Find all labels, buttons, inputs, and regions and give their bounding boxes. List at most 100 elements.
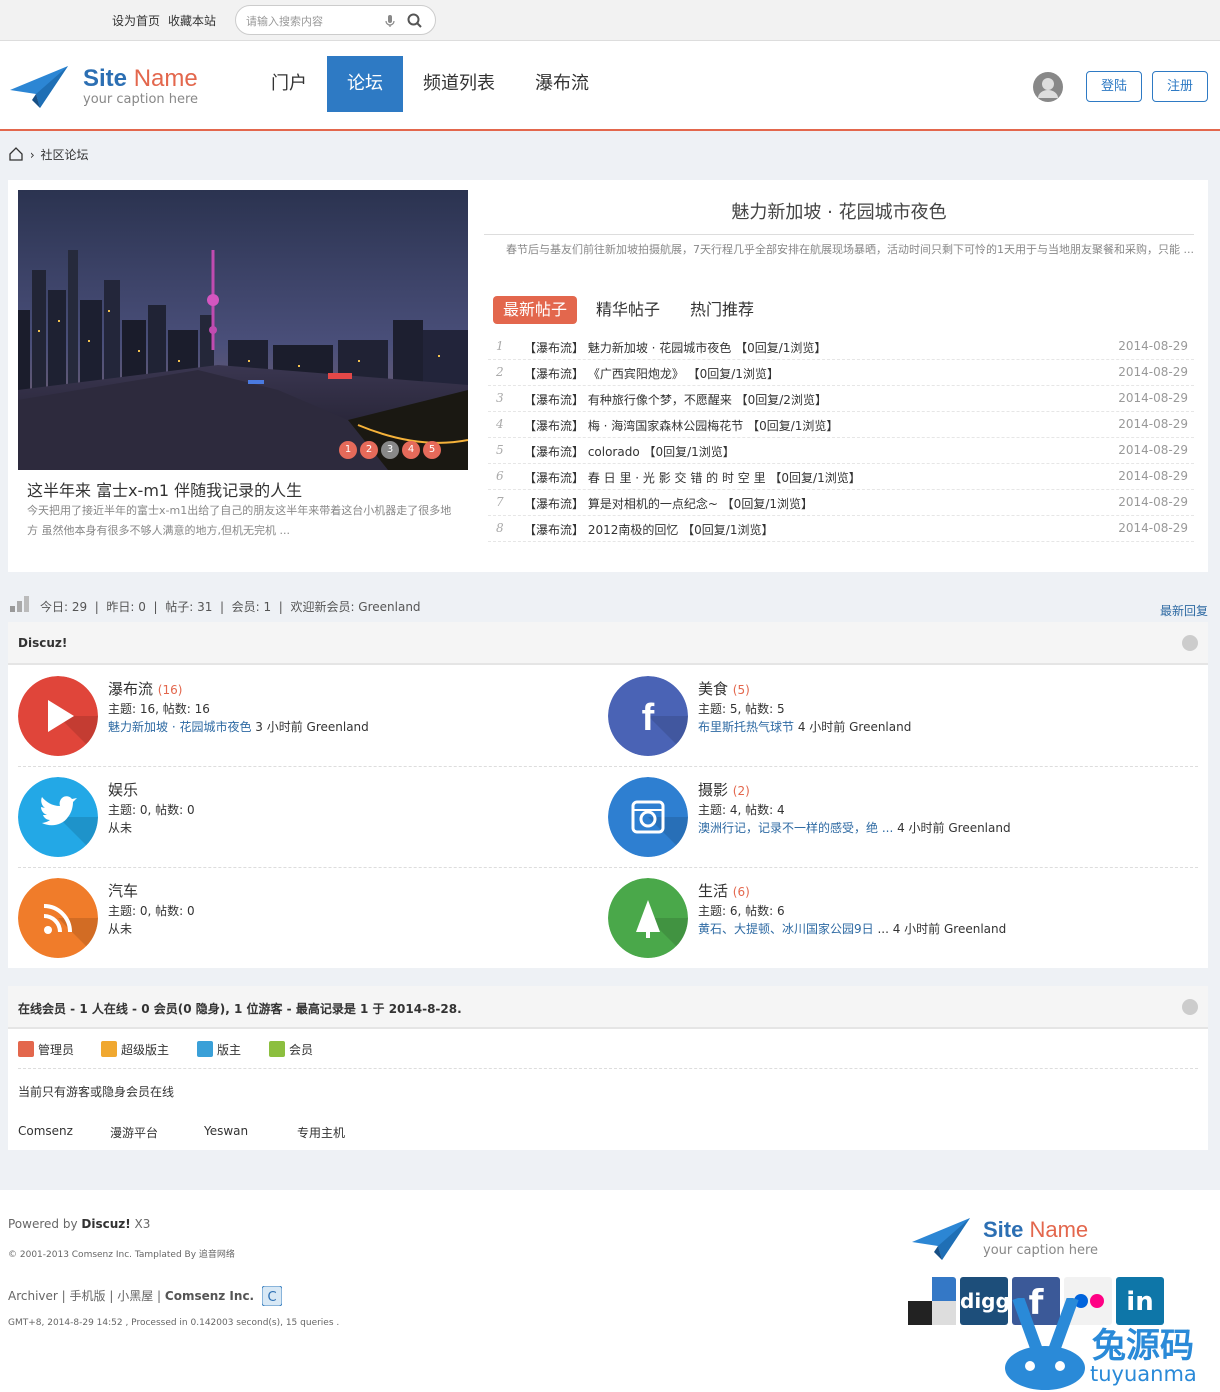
- friend-link-comsenz[interactable]: Comsenz: [18, 1124, 73, 1138]
- legend-divider: [18, 1068, 1198, 1069]
- slide-image[interactable]: [18, 190, 468, 470]
- post-row[interactable]: 4 【瀑布流】 梅 · 海湾国家森林公园梅花节 【0回复/1浏览】 2014-08-…: [488, 412, 1194, 438]
- nav-waterfall[interactable]: 瀑布流: [522, 56, 602, 112]
- delicious-icon[interactable]: [908, 1277, 956, 1325]
- post-title-link[interactable]: 【瀑布流】 算是对相机的一点纪念~ 【0回复/1浏览】: [524, 495, 813, 512]
- search-icon[interactable]: [406, 12, 424, 30]
- forum-name[interactable]: 生活 (6): [698, 880, 750, 901]
- post-row[interactable]: 1 【瀑布流】 魅力新加坡 · 花园城市夜色 【0回复/1浏览】 2014-08-2…: [488, 334, 1194, 360]
- twitter-icon[interactable]: [18, 777, 98, 857]
- post-number: 4: [496, 417, 504, 431]
- facebook-icon[interactable]: f: [608, 676, 688, 756]
- slide-dot-3[interactable]: 3: [381, 441, 399, 459]
- post-number: 8: [496, 521, 504, 535]
- post-row[interactable]: 5 【瀑布流】 colorado 【0回复/1浏览】 2014-08-29: [488, 438, 1194, 464]
- featured-title[interactable]: 魅力新加坡 · 花园城市夜色: [484, 198, 1194, 235]
- tab-featured-posts[interactable]: 精华帖子: [586, 296, 670, 324]
- forum-name[interactable]: 美食 (5): [698, 678, 750, 699]
- latest-replies-link[interactable]: 最新回复: [1160, 602, 1208, 619]
- paper-plane-logo-icon[interactable]: [10, 62, 68, 110]
- post-title-link[interactable]: 【瀑布流】 colorado 【0回复/1浏览】: [524, 443, 735, 460]
- site-name[interactable]: Site Name: [83, 65, 198, 93]
- footer-site-caption: your caption here: [983, 1243, 1099, 1258]
- camera-icon[interactable]: [608, 777, 688, 857]
- watermark-text-en: tuyuanma: [1090, 1362, 1197, 1386]
- nav-portal[interactable]: 门户: [258, 56, 320, 112]
- post-row[interactable]: 7 【瀑布流】 算是对相机的一点纪念~ 【0回复/1浏览】 2014-08-29: [488, 490, 1194, 516]
- breadcrumb: › 社区论坛: [8, 146, 88, 163]
- post-row[interactable]: 2 【瀑布流】 《广西宾阳炮龙》 【0回复/1浏览】 2014-08-29: [488, 360, 1194, 386]
- play-icon[interactable]: [18, 676, 98, 756]
- tab-hot-picks[interactable]: 热门推荐: [680, 296, 764, 324]
- register-button[interactable]: 注册: [1152, 71, 1208, 102]
- collapse-icon[interactable]: [1182, 635, 1198, 651]
- search-input[interactable]: 请输入搜索内容: [246, 13, 323, 29]
- company-link[interactable]: Comsenz Inc.: [165, 1289, 254, 1303]
- set-home-link[interactable]: 设为首页: [112, 12, 160, 29]
- forum-item[interactable]: 生活 (6) 主题: 6, 帖数: 6 黄石、大提顿、冰川国家公园9日 ... 4 …: [608, 878, 1198, 978]
- tree-icon[interactable]: [608, 878, 688, 958]
- forum-name[interactable]: 瀑布流 (16): [108, 678, 182, 699]
- online-summary: 在线会员 - 1 人在线 - 0 会员(0 隐身), 1 位游客 - 最高记录是…: [18, 1002, 462, 1016]
- slide-title[interactable]: 这半年来 富士x-m1 伴随我记录的人生: [27, 477, 302, 501]
- svg-text:C: C: [267, 1290, 276, 1305]
- row-divider: [18, 766, 1198, 767]
- forum-last-post: 从未: [108, 821, 133, 835]
- archiver-link[interactable]: Archiver: [8, 1289, 58, 1303]
- post-row[interactable]: 8 【瀑布流】 2012南极的回忆 【0回复/1浏览】 2014-08-29: [488, 516, 1194, 542]
- security-badge-icon[interactable]: C: [262, 1286, 282, 1306]
- slide-dot-5[interactable]: 5: [423, 441, 441, 459]
- bookmark-link[interactable]: 收藏本站: [168, 12, 216, 29]
- post-title-link[interactable]: 【瀑布流】 有种旅行像个梦，不愿醒来 【0回复/2浏览】: [524, 391, 827, 408]
- footer-paper-plane-logo-icon[interactable]: [912, 1214, 970, 1262]
- post-title-link[interactable]: 【瀑布流】 魅力新加坡 · 花园城市夜色 【0回复/1浏览】: [524, 339, 826, 356]
- featured-description: 春节后与基友们前往新加坡拍摄航展，7天行程几乎全部安排在航展现场暴晒，活动时间只…: [506, 243, 1194, 256]
- forum-name[interactable]: 汽车: [108, 880, 138, 901]
- forum-item[interactable]: 摄影 (2) 主题: 4, 帖数: 4 澳洲行记，记录不一样的感受，绝 ... 4 …: [608, 777, 1198, 877]
- nav-channels[interactable]: 频道列表: [412, 56, 506, 112]
- slide-dot-2[interactable]: 2: [360, 441, 378, 459]
- forum-item[interactable]: 娱乐 主题: 0, 帖数: 0 从未: [18, 777, 608, 877]
- post-number: 7: [496, 495, 504, 509]
- forum-name[interactable]: 摄影 (2): [698, 779, 750, 800]
- footer-site-name[interactable]: Site Name: [983, 1217, 1088, 1243]
- post-title-link[interactable]: 【瀑布流】 春 日 里 · 光 影 交 错 的 时 空 里 【0回复/1浏览】: [524, 469, 861, 486]
- home-icon[interactable]: [8, 146, 24, 162]
- breadcrumb-current[interactable]: 社区论坛: [40, 148, 88, 162]
- post-title-link[interactable]: 【瀑布流】 2012南极的回忆 【0回复/1浏览】: [524, 521, 773, 538]
- forum-item[interactable]: 汽车 主题: 0, 帖数: 0 从未: [18, 878, 608, 978]
- user-avatar[interactable]: [1033, 72, 1063, 102]
- post-row[interactable]: 6 【瀑布流】 春 日 里 · 光 影 交 错 的 时 空 里 【0回复/1浏览】…: [488, 464, 1194, 490]
- last-post-link[interactable]: 魅力新加坡 · 花园城市夜色: [108, 720, 251, 734]
- friend-link-manyou[interactable]: 漫游平台: [110, 1124, 158, 1141]
- post-title-link[interactable]: 【瀑布流】 梅 · 海湾国家森林公园梅花节 【0回复/1浏览】: [524, 417, 838, 434]
- friend-link-yeswan[interactable]: Yeswan: [204, 1124, 248, 1138]
- rss-icon[interactable]: [18, 878, 98, 958]
- slide-dot-1[interactable]: 1: [339, 441, 357, 459]
- last-post-link[interactable]: 澳洲行记，记录不一样的感受，绝 ...: [698, 821, 893, 835]
- collapse-icon[interactable]: [1182, 999, 1198, 1015]
- nav-forum[interactable]: 论坛: [327, 56, 403, 112]
- super-moderator-icon: [101, 1041, 117, 1057]
- forum-last-post: 从未: [108, 922, 133, 936]
- last-post-link[interactable]: 布里斯托热气球节: [698, 720, 794, 734]
- slide-dot-4[interactable]: 4: [402, 441, 420, 459]
- search-box[interactable]: 请输入搜索内容: [235, 5, 436, 35]
- last-post-link[interactable]: 黄石、大提顿、冰川国家公园9日: [698, 922, 874, 936]
- post-date: 2014-08-29: [1118, 365, 1188, 379]
- friend-link-hosting[interactable]: 专用主机: [297, 1124, 345, 1141]
- post-row[interactable]: 3 【瀑布流】 有种旅行像个梦，不愿醒来 【0回复/2浏览】 2014-08-29: [488, 386, 1194, 412]
- mobile-link[interactable]: 手机版: [70, 1289, 106, 1303]
- login-button[interactable]: 登陆: [1086, 71, 1142, 102]
- forum-item[interactable]: 瀑布流 (16) 主题: 16, 帖数: 16 魅力新加坡 · 花园城市夜色 3 小…: [18, 676, 608, 776]
- microphone-icon[interactable]: [382, 13, 398, 29]
- tab-latest-posts[interactable]: 最新帖子: [493, 296, 578, 324]
- forum-stats: 今日: 29 | 昨日: 0 | 帖子: 31 | 会员: 1 | 欢迎新会员:…: [40, 600, 421, 614]
- forum-name[interactable]: 娱乐: [108, 779, 138, 800]
- blackroom-link[interactable]: 小黑屋: [117, 1289, 153, 1303]
- processing-time: GMT+8, 2014-8-29 14:52 , Processed in 0.…: [8, 1318, 340, 1328]
- forum-counts: 主题: 0, 帖数: 0: [108, 803, 195, 817]
- forum-counts: 主题: 0, 帖数: 0: [108, 904, 195, 918]
- post-title-link[interactable]: 【瀑布流】 《广西宾阳炮龙》 【0回复/1浏览】: [524, 365, 779, 382]
- forum-item[interactable]: f 美食 (5) 主题: 5, 帖数: 5 布里斯托热气球节 4 小时前 Greenl…: [608, 676, 1198, 776]
